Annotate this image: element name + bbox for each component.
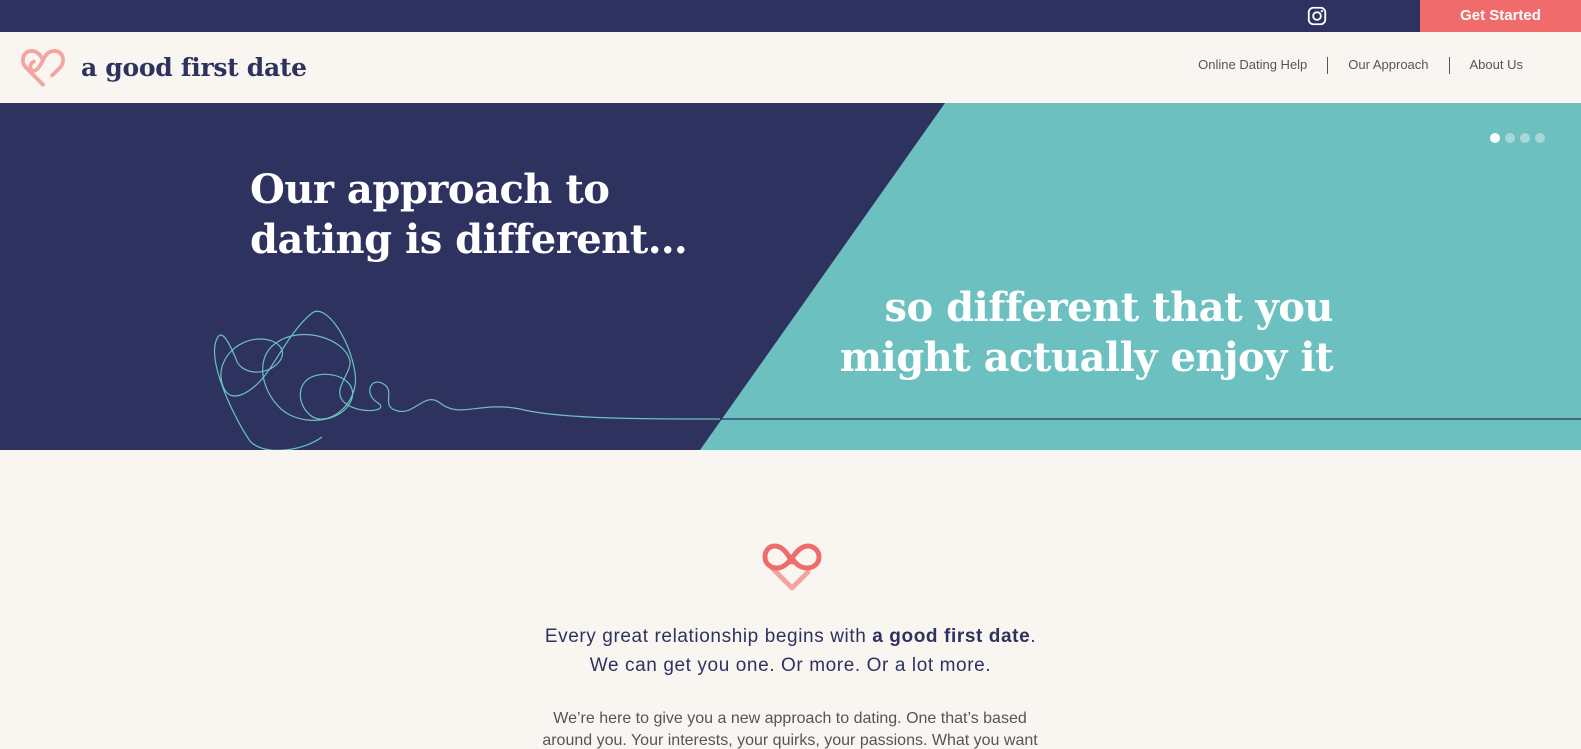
tagline-suffix: . <box>1030 626 1037 647</box>
heart-infinity-icon <box>762 543 822 591</box>
site-header: a good first date Online Dating Help Our… <box>0 32 1581 103</box>
brand-logo[interactable]: a good first date <box>20 46 307 88</box>
hero-slider: Our approach to dating is different… so … <box>0 103 1581 450</box>
get-started-button[interactable]: Get Started <box>1420 0 1581 32</box>
hero-headline-right: so different that you might actually enj… <box>793 283 1334 383</box>
hero-background <box>0 103 1581 450</box>
hero-left-line2: dating is different… <box>250 216 688 263</box>
hero-left-line1: Our approach to <box>250 166 610 213</box>
top-bar: Get Started <box>0 0 1581 32</box>
intro-paragraph-line2: around you. Your interests, your quirks,… <box>542 732 1038 749</box>
slider-dot-2[interactable] <box>1505 133 1515 143</box>
slider-pagination <box>1490 133 1545 143</box>
nav-online-dating-help[interactable]: Online Dating Help <box>1178 56 1327 74</box>
intro-section: Every great relationship begins with a g… <box>0 450 1581 749</box>
tagline: Every great relationship begins with a g… <box>0 622 1581 680</box>
tagline-line2: We can get you one. Or more. Or a lot mo… <box>589 655 992 676</box>
brand-name: a good first date <box>81 52 307 82</box>
tagline-brand: a good first date <box>872 626 1031 647</box>
heart-infinity-icon <box>21 48 65 87</box>
tagline-line1: Every great relationship begins with a g… <box>0 622 1581 651</box>
slider-dot-4[interactable] <box>1535 133 1545 143</box>
hero-right-line1: so different that you <box>884 284 1333 331</box>
hero-right-line2: might actually enjoy it <box>839 334 1334 381</box>
intro-paragraph: We’re here to give you a new approach to… <box>520 708 1060 749</box>
hero-headline-left: Our approach to dating is different… <box>250 165 710 265</box>
main-nav: Online Dating Help Our Approach About Us <box>1178 56 1543 74</box>
nav-our-approach[interactable]: Our Approach <box>1328 56 1448 74</box>
intro-paragraph-line1: We’re here to give you a new approach to… <box>553 710 1027 727</box>
tagline-prefix: Every great relationship begins with <box>544 626 873 647</box>
slider-dot-1[interactable] <box>1490 133 1500 143</box>
slider-dot-3[interactable] <box>1520 133 1530 143</box>
instagram-icon[interactable] <box>1306 5 1328 27</box>
nav-about-us[interactable]: About Us <box>1450 56 1543 74</box>
